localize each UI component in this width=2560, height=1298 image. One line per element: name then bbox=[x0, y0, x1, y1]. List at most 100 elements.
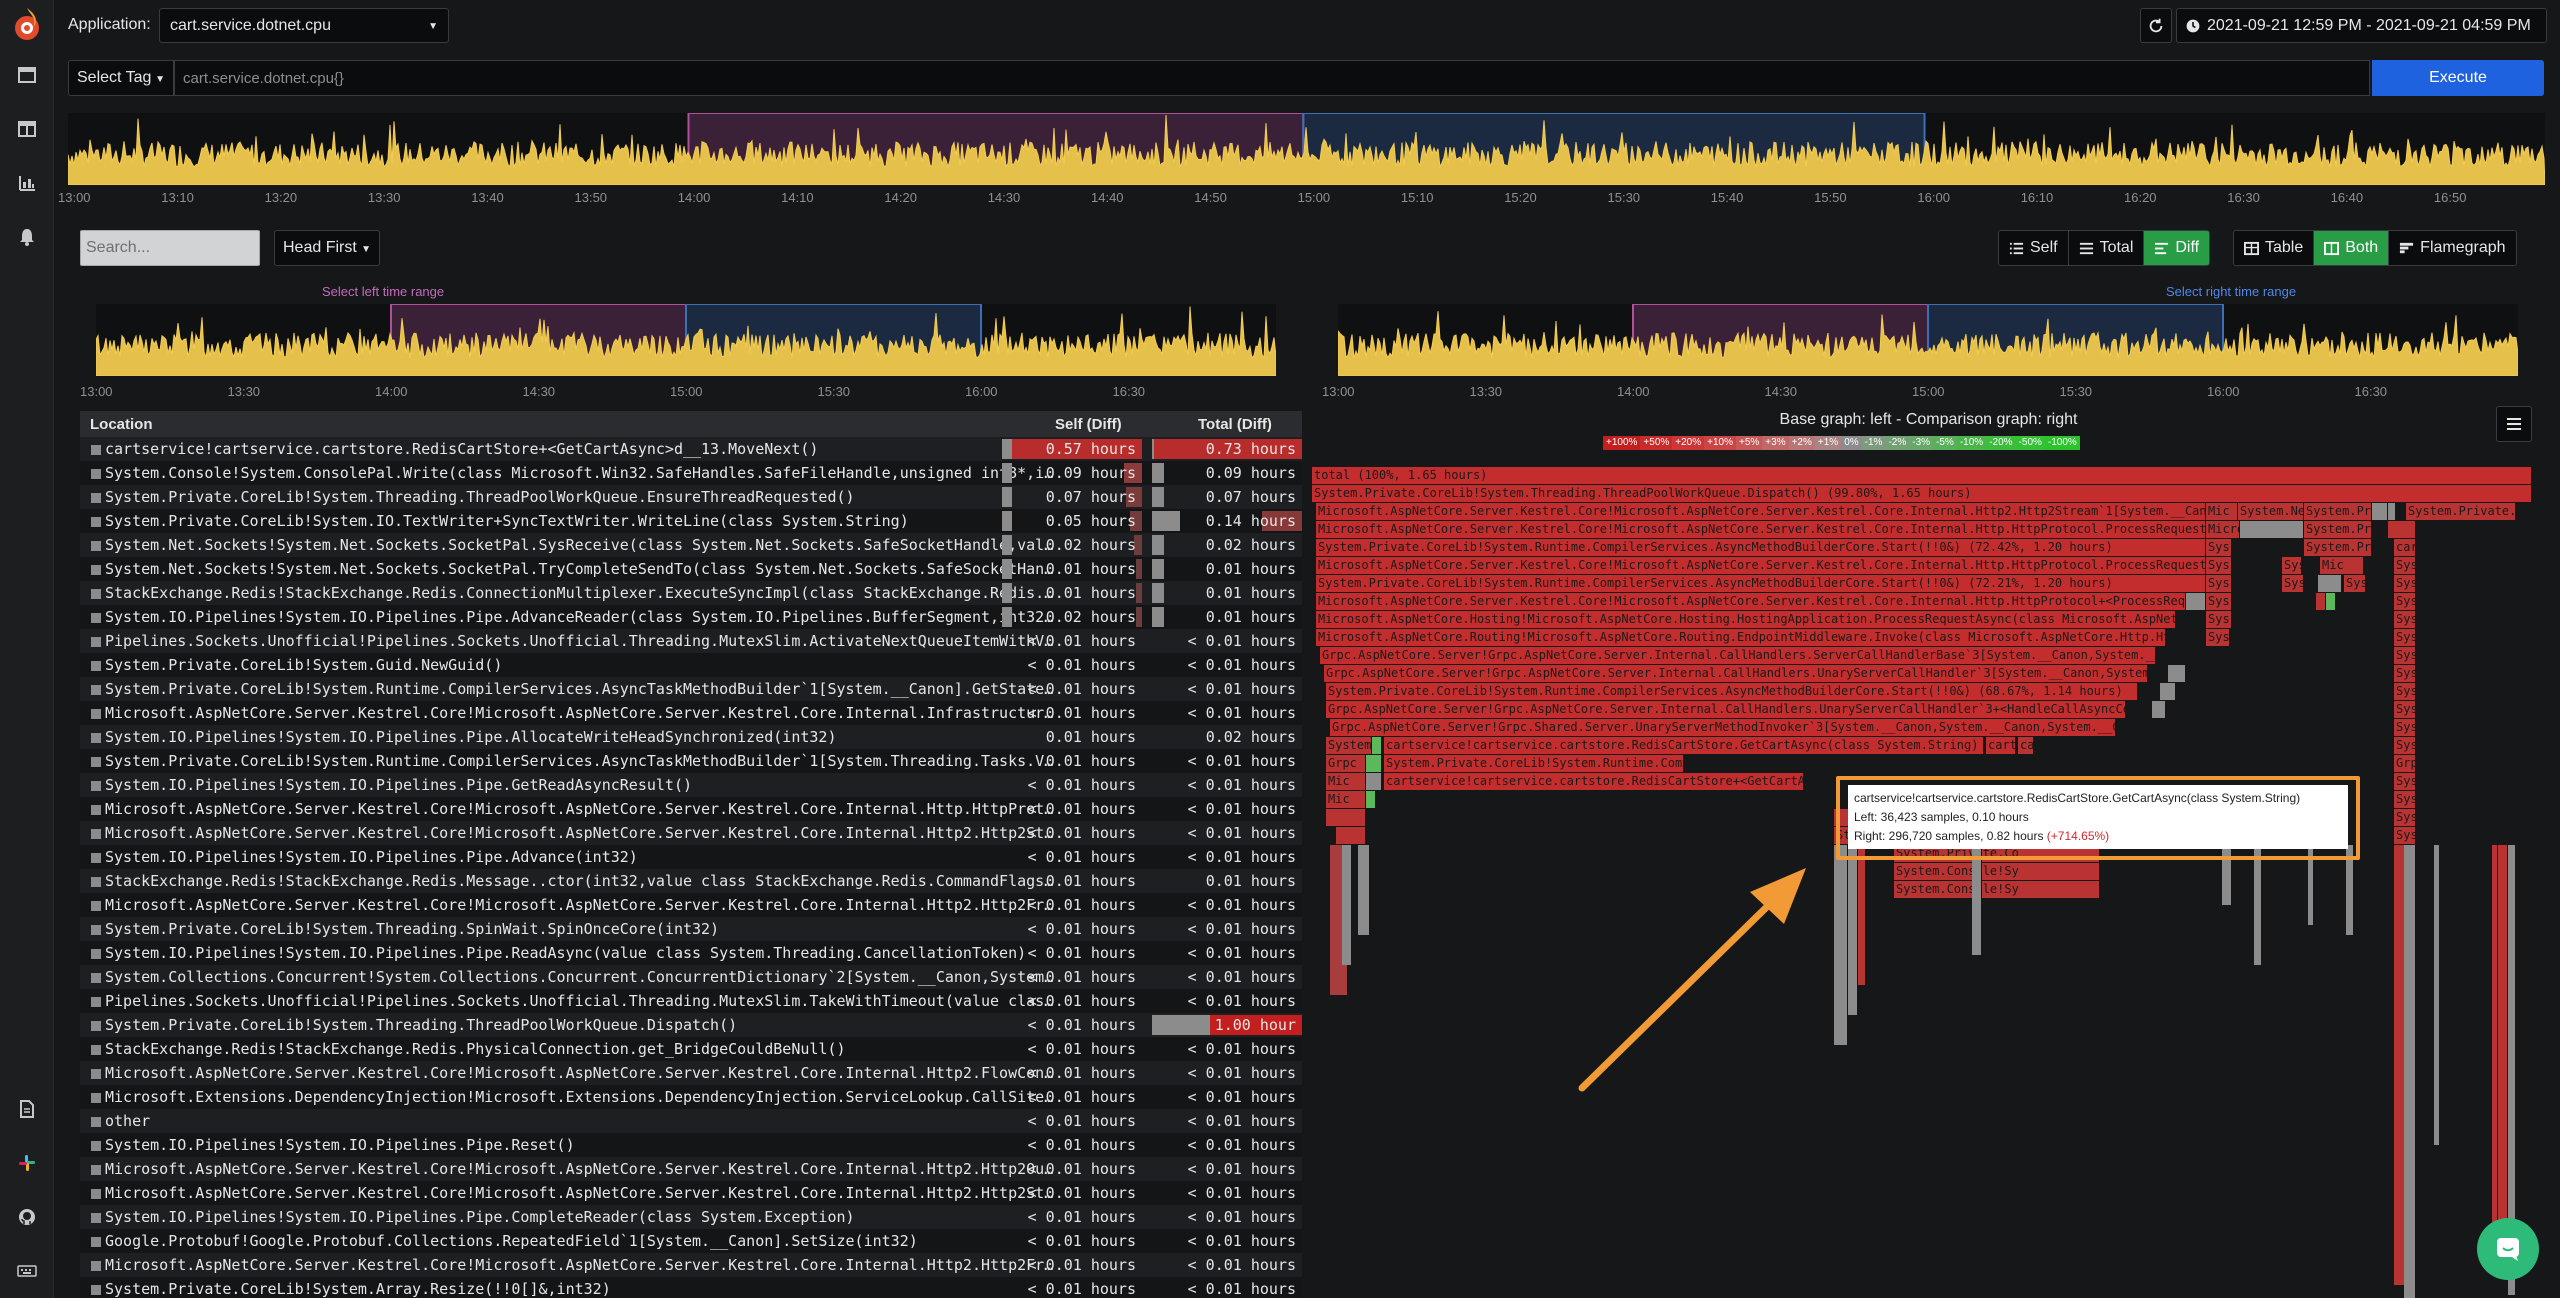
query-input[interactable]: cart.service.dotnet.cpu{} bbox=[174, 60, 2370, 96]
table-row[interactable]: System.IO.Pipelines!System.IO.Pipelines.… bbox=[80, 605, 1302, 629]
flame-frame[interactable]: cart bbox=[1986, 737, 2016, 754]
flame-frame[interactable]: Microsoft.AspNetCore.Server.Kestrel.Core… bbox=[1316, 557, 2206, 574]
flame-frame[interactable] bbox=[2316, 593, 2326, 610]
flame-frame[interactable]: System.Pr bbox=[2304, 521, 2372, 538]
comparison-view-icon[interactable] bbox=[14, 116, 40, 142]
time-range-picker[interactable]: 2021-09-21 12:59 PM - 2021-09-21 04:59 P… bbox=[2176, 8, 2547, 43]
flame-frame[interactable]: Sys bbox=[2206, 557, 2232, 574]
flame-frame[interactable]: System.Private.CoreLib!System.Threading.… bbox=[1312, 485, 2532, 502]
table-row[interactable]: System.IO.Pipelines!System.IO.Pipelines.… bbox=[80, 1133, 1302, 1157]
flame-frame[interactable]: Sys bbox=[2394, 809, 2416, 826]
flame-frame[interactable]: Grp bbox=[2394, 755, 2416, 772]
flame-frame[interactable]: Sys bbox=[2206, 539, 2232, 556]
keyboard-icon[interactable] bbox=[14, 1258, 40, 1284]
flame-frame[interactable] bbox=[2388, 503, 2396, 520]
flame-frame[interactable]: Sys bbox=[2206, 575, 2232, 592]
flame-frame[interactable]: Sys bbox=[2394, 629, 2416, 646]
table-row[interactable]: System.Private.CoreLib!System.Runtime.Co… bbox=[80, 677, 1302, 701]
single-view-icon[interactable] bbox=[14, 62, 40, 88]
flame-frame[interactable]: total (100%, 1.65 hours) bbox=[1312, 467, 2532, 484]
table-row[interactable]: Microsoft.AspNetCore.Server.Kestrel.Core… bbox=[80, 797, 1302, 821]
flame-frame[interactable]: Grpc bbox=[1326, 755, 1366, 772]
flame-frame[interactable]: Sys bbox=[2394, 719, 2416, 736]
flame-frame[interactable]: System bbox=[1326, 737, 1372, 754]
flame-frame[interactable]: Sys bbox=[2394, 701, 2416, 718]
flame-frame-stack[interactable] bbox=[1972, 845, 1982, 955]
flame-frame[interactable]: Sys bbox=[2394, 611, 2416, 628]
main-timeline[interactable] bbox=[67, 112, 2546, 186]
flamegraph-view-button[interactable]: Flamegraph bbox=[2389, 231, 2516, 265]
flame-frame[interactable]: Sys bbox=[2394, 647, 2416, 664]
flame-frame[interactable]: Sys bbox=[2206, 629, 2230, 646]
flame-frame-stack[interactable] bbox=[2404, 845, 2416, 1298]
flame-frame[interactable]: Microsoft.AspNetCore.Server.Kestrel.Core… bbox=[1316, 521, 2206, 538]
flame-frame[interactable]: cart bbox=[2018, 737, 2034, 754]
flame-frame[interactable] bbox=[2388, 521, 2416, 538]
flame-frame[interactable]: Sys bbox=[2206, 593, 2232, 610]
table-row[interactable]: Google.Protobuf!Google.Protobuf.Collecti… bbox=[80, 1229, 1302, 1253]
flame-frame[interactable]: System.Private.CoreLib!System.Runtime.Co… bbox=[1326, 683, 2138, 700]
flame-frame[interactable]: System.Private.CoreLib!System.Runtime.Co… bbox=[1384, 755, 1684, 772]
search-input[interactable]: Search... bbox=[80, 230, 260, 266]
flame-frame[interactable] bbox=[2372, 503, 2388, 520]
flame-frame[interactable]: cartservice!cartservice.cartstore.RedisC… bbox=[1384, 737, 1984, 754]
flame-frame[interactable]: System.Console!Sy bbox=[1894, 881, 2100, 898]
flame-frame[interactable]: Sys bbox=[2394, 773, 2416, 790]
flame-frame[interactable]: Sys bbox=[2282, 557, 2302, 574]
flame-frame[interactable]: Sys bbox=[2394, 557, 2416, 574]
total-column-header[interactable]: Total (Diff) bbox=[1198, 416, 1272, 433]
table-row[interactable]: System.IO.Pipelines!System.IO.Pipelines.… bbox=[80, 773, 1302, 797]
table-row[interactable]: Pipelines.Sockets.Unofficial!Pipelines.S… bbox=[80, 629, 1302, 653]
flame-frame[interactable]: Micros bbox=[2206, 521, 2240, 538]
table-row[interactable]: Pipelines.Sockets.Unofficial!Pipelines.S… bbox=[80, 989, 1302, 1013]
table-row[interactable]: System.Console!System.ConsolePal.Write(c… bbox=[80, 461, 1302, 485]
flame-frame[interactable] bbox=[2318, 575, 2342, 592]
flame-frame[interactable]: Grpc.AspNetCore.Server!Grpc.AspNetCore.S… bbox=[1324, 665, 2148, 682]
order-select[interactable]: Head First ▼ bbox=[274, 230, 380, 266]
table-row[interactable]: StackExchange.Redis!StackExchange.Redis.… bbox=[80, 581, 1302, 605]
flame-frame[interactable] bbox=[2186, 593, 2206, 610]
flame-frame[interactable] bbox=[1372, 737, 1382, 754]
github-icon[interactable] bbox=[14, 1204, 40, 1230]
flame-frame-stack[interactable] bbox=[1848, 845, 1858, 1015]
flame-frame[interactable]: Grpc.AspNetCore.Server!Grpc.AspNetCore.S… bbox=[1320, 647, 2156, 664]
flame-frame[interactable] bbox=[2152, 701, 2166, 718]
table-row[interactable]: Microsoft.Extensions.DependencyInjection… bbox=[80, 1085, 1302, 1109]
flame-frame[interactable]: Sys bbox=[2206, 611, 2232, 628]
flame-frame[interactable]: System.Pr bbox=[2304, 539, 2372, 556]
table-row[interactable]: Microsoft.AspNetCore.Server.Kestrel.Core… bbox=[80, 1181, 1302, 1205]
table-row[interactable]: System.Private.CoreLib!System.Threading.… bbox=[80, 917, 1302, 941]
table-row[interactable]: Microsoft.AspNetCore.Server.Kestrel.Core… bbox=[80, 893, 1302, 917]
flame-frame[interactable]: cartservice!cartservice.cartstore.RedisC… bbox=[1384, 773, 1804, 790]
table-row[interactable]: System.Collections.Concurrent!System.Col… bbox=[80, 965, 1302, 989]
table-row[interactable]: Microsoft.AspNetCore.Server.Kestrel.Core… bbox=[80, 701, 1302, 725]
diff-mode-button[interactable]: Diff bbox=[2144, 231, 2210, 265]
table-row[interactable]: Microsoft.AspNetCore.Server.Kestrel.Core… bbox=[80, 1157, 1302, 1181]
flame-frame[interactable]: System.Pr bbox=[2304, 503, 2372, 520]
diff-view-icon[interactable] bbox=[14, 170, 40, 196]
flame-frame[interactable]: Syst bbox=[2394, 737, 2416, 754]
flame-frame[interactable]: Microsoft.AspNetCore.Server.Kestrel.Core… bbox=[1316, 593, 2186, 610]
flame-frame[interactable]: Mic bbox=[1326, 773, 1366, 790]
location-column-header[interactable]: Location bbox=[90, 416, 153, 433]
table-row[interactable]: System.IO.Pipelines!System.IO.Pipelines.… bbox=[80, 1205, 1302, 1229]
table-row[interactable]: System.Private.CoreLib!System.Array.Resi… bbox=[80, 1277, 1302, 1298]
self-mode-button[interactable]: Self bbox=[1999, 231, 2069, 265]
flame-frame[interactable]: Mic bbox=[1326, 791, 1366, 808]
flame-frame[interactable]: System.Private.CoreLib!System.Runtime.Co… bbox=[1316, 539, 2206, 556]
flame-frame[interactable]: Sys bbox=[2282, 575, 2304, 592]
flame-frame[interactable] bbox=[1366, 773, 1382, 790]
flame-frame-stack[interactable] bbox=[1342, 845, 1352, 965]
flame-frame[interactable]: Sys bbox=[2394, 575, 2416, 592]
flame-frame[interactable]: Grpc.AspNetCore.Server!Grpc.AspNetCore.S… bbox=[1326, 701, 2126, 718]
table-view-button[interactable]: Table bbox=[2234, 231, 2315, 265]
chat-help-button[interactable] bbox=[2477, 1218, 2539, 1280]
self-column-header[interactable]: Self (Diff) bbox=[1055, 416, 1122, 433]
table-row[interactable]: System.Private.CoreLib!System.Threading.… bbox=[80, 485, 1302, 509]
execute-button[interactable]: Execute bbox=[2372, 60, 2544, 96]
table-row[interactable]: StackExchange.Redis!StackExchange.Redis.… bbox=[80, 869, 1302, 893]
flame-frame[interactable]: Microsoft.AspNetCore.Routing!Microsoft.A… bbox=[1316, 629, 2166, 646]
flame-frame[interactable] bbox=[1366, 755, 1382, 772]
flame-frame-stack[interactable] bbox=[1858, 845, 1866, 985]
flame-frame[interactable]: Sys bbox=[2394, 791, 2416, 808]
